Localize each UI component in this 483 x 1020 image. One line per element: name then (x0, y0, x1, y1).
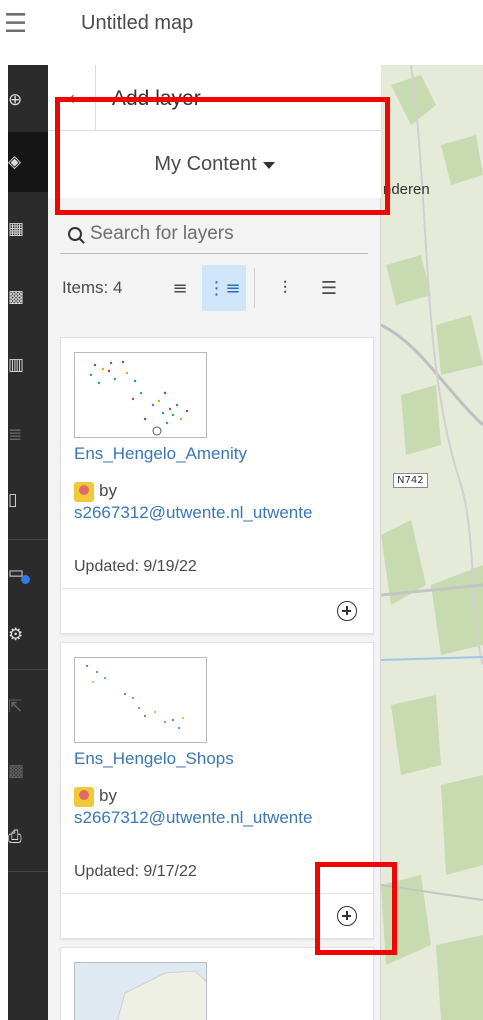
toolbar-divider (8, 871, 48, 872)
layer-card[interactable]: Ens_Hengelo_Amenity by s2667312@utwente.… (60, 337, 374, 634)
search-icon (68, 226, 82, 241)
layer-card[interactable] (60, 947, 374, 1020)
table-icon[interactable]: ▦ (8, 199, 48, 259)
view-divider (254, 268, 255, 308)
add-layer-icon[interactable] (337, 601, 357, 621)
owner-icon (74, 787, 94, 807)
layer-thumbnail (74, 962, 207, 1020)
toolbar-divider (8, 539, 48, 540)
grid-dim-icon[interactable]: ▩ (8, 741, 48, 801)
card-footer (61, 588, 373, 635)
search-bar (60, 214, 368, 254)
toolbar-divider (8, 669, 48, 670)
sort-icon[interactable]: ☰ (307, 265, 351, 311)
owner-link[interactable]: s2667312@utwente.nl_utwente (74, 502, 364, 524)
hamburger-menu-icon[interactable]: ☰ (4, 11, 34, 37)
bar-chart-icon[interactable]: ▥ (8, 335, 48, 395)
items-count: Items: 4 (62, 278, 123, 297)
layer-title-link[interactable]: Ens_Hengelo_Shops (74, 749, 234, 769)
updated-date: Updated: 9/19/22 (74, 558, 197, 575)
basemap-icon[interactable]: ▭ (8, 543, 48, 603)
layer-thumbnail (74, 657, 207, 743)
owner-link[interactable]: s2667312@utwente.nl_utwente (74, 807, 364, 829)
updated-date: Updated: 9/17/22 (74, 863, 197, 880)
top-bar: ☰ Untitled map (0, 0, 483, 48)
annotation-box (315, 862, 397, 955)
print-icon[interactable]: ⎙ (8, 807, 48, 867)
grid-icon[interactable]: ▩ (8, 267, 48, 327)
annotation-box (55, 97, 390, 215)
owner-by-label: by (99, 481, 117, 500)
owner-icon (74, 482, 94, 502)
list-icon[interactable]: ⋮≡ (202, 265, 246, 311)
settings-gear-icon[interactable]: ⚙ (8, 605, 48, 665)
notification-dot (21, 575, 30, 584)
legend-list-icon[interactable]: ≣ (8, 405, 48, 465)
layer-thumbnail (74, 352, 207, 438)
filter-sliders-icon[interactable]: ⫶ (263, 265, 307, 311)
road-badge: N742 (393, 473, 428, 488)
add-circle-icon[interactable]: ⊕ (8, 70, 48, 130)
layer-title-link[interactable]: Ens_Hengelo_Amenity (74, 444, 247, 464)
items-toolbar: Items: 4 ≡ ⋮≡ ⫶ ☰ (62, 265, 372, 311)
bookmark-icon[interactable]: ▯ (8, 470, 48, 530)
compact-list-icon[interactable]: ≡ (158, 265, 202, 311)
map-place-label: nderen (383, 181, 430, 198)
owner-by-label: by (99, 786, 117, 805)
search-input[interactable] (90, 222, 350, 245)
map-title[interactable]: Untitled map (81, 12, 193, 35)
left-toolbar: ⊕ ◈ ▦ ▩ ▥ ≣ ▯ ▭ ⚙ ⇱ ▩ ⎙ (8, 65, 48, 1020)
layers-icon[interactable]: ◈ (8, 132, 48, 192)
share-icon[interactable]: ⇱ (8, 677, 48, 737)
